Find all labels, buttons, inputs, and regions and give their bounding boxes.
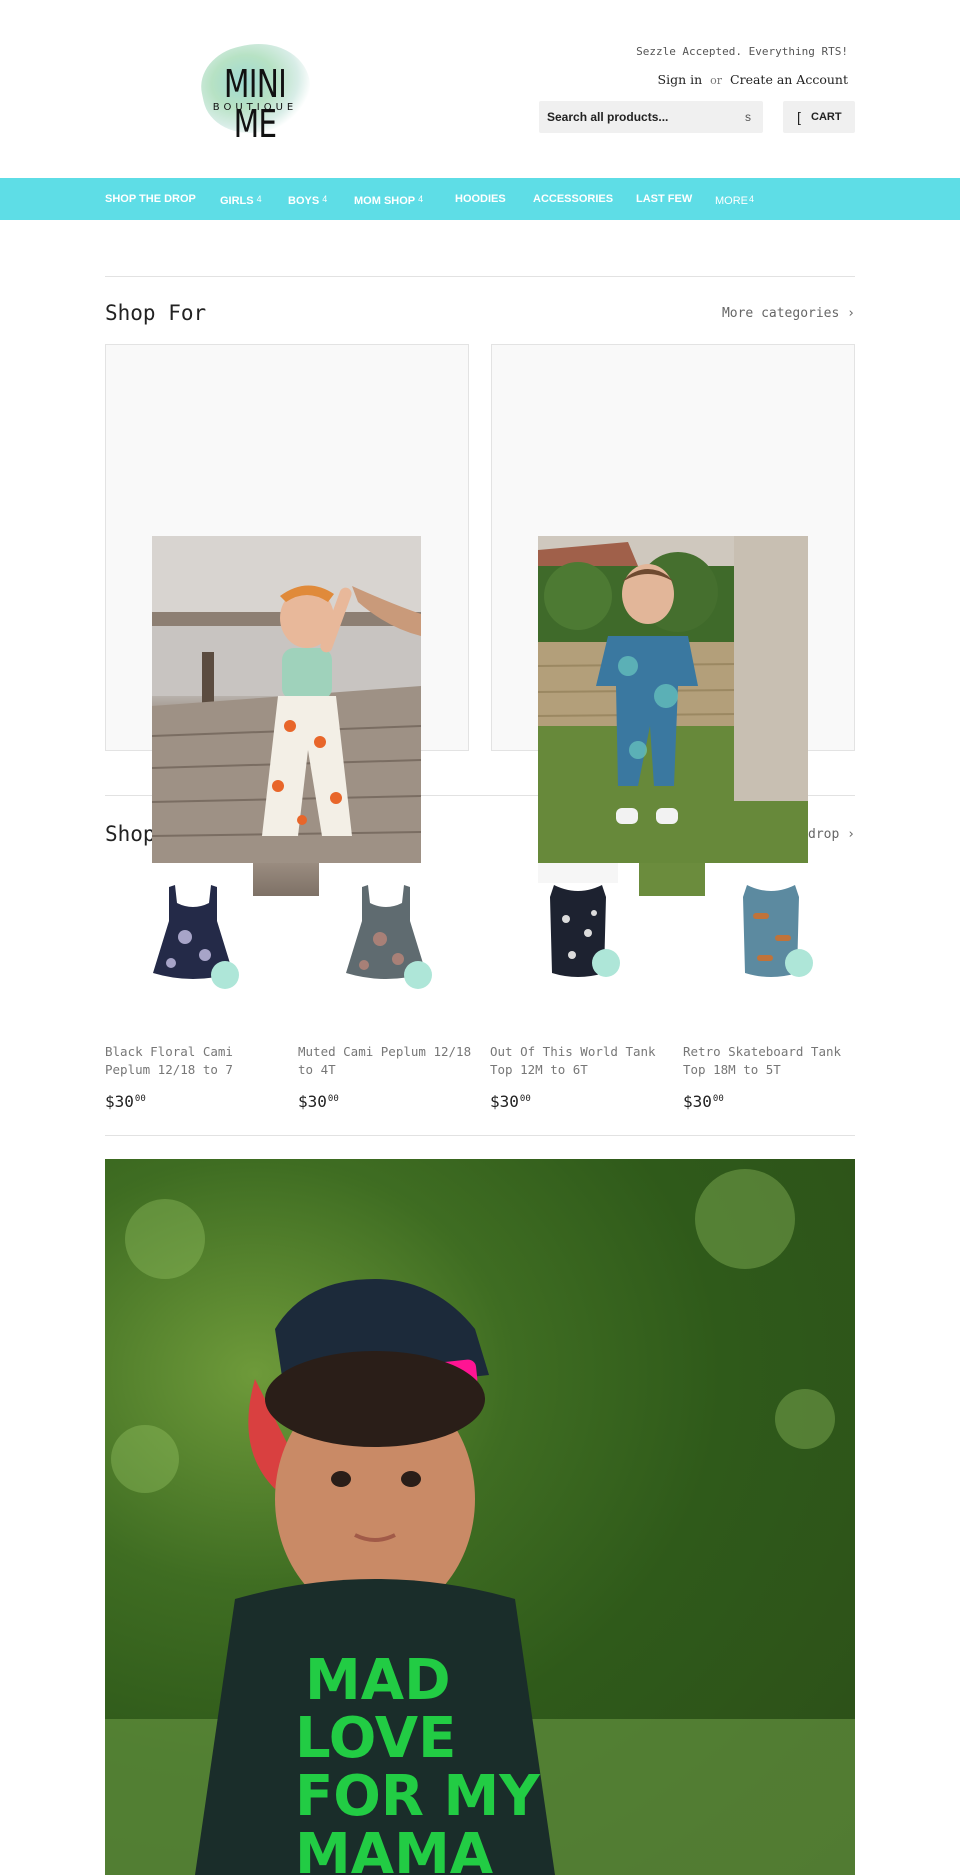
hero-shirt-line-3: FOR MY [295,1764,541,1829]
nav-label: MORE [715,195,748,207]
price-dollars: $30 [683,1092,712,1111]
nav-item-boys[interactable]: BOYS 4 [288,178,327,220]
create-account-link[interactable]: Create an Account [730,72,848,87]
nav-item-shop-the-drop[interactable]: SHOP THE DROP [105,178,196,220]
price-cents: 00 [134,1094,146,1104]
nav-label: ACCESSORIES [533,193,614,205]
price-cents: 00 [519,1094,531,1104]
price-cents: 00 [712,1094,724,1104]
logo-subtitle: BOUTIQUE [212,102,298,113]
cart-label: CART [811,111,842,123]
product-image [346,885,432,989]
site-logo[interactable]: MINI ME BOUTIQUE [194,33,318,144]
product-name[interactable]: Retro Skateboard Tank Top 18M to 5T [683,1043,859,1079]
main-nav: SHOP THE DROP GIRLS 4 BOYS 4 MOM SHOP 4 HOO… [0,178,960,220]
hero-banner[interactable]: MAD LOVE FOR MY MAMA [105,1159,855,1875]
category-photo-boys[interactable] [538,536,808,863]
nav-label: SHOP THE DROP [105,193,196,205]
product-name[interactable]: Out Of This World Tank Top 12M to 6T [490,1043,666,1079]
nav-item-last-few[interactable]: LAST FEW [636,178,692,220]
shop-drop-title: Shop [105,822,156,846]
chevron-down-icon: 4 [418,194,424,204]
chevron-down-icon: 4 [256,194,262,204]
nav-item-more[interactable]: MORE4 [715,178,754,220]
sign-in-link[interactable]: Sign in [658,72,703,87]
search-input[interactable] [539,101,729,133]
nav-item-hoodies[interactable]: HOODIES [455,178,506,220]
search-box: s [539,101,763,133]
category-photo-girls[interactable] [152,536,421,863]
shop-for-title: Shop For [105,301,207,325]
product-price: $3000 [490,1092,531,1111]
product-name[interactable]: Black Floral Cami Peplum 12/18 to 7 [105,1043,281,1079]
nav-label: GIRLS [220,195,254,207]
account-links: Sign in or Create an Account [658,72,848,87]
divider [105,276,855,277]
hero-toddler-illustration: MAD LOVE FOR MY MAMA [105,1169,855,1875]
product-price: $3000 [298,1092,339,1111]
or-text: or [710,74,723,87]
price-dollars: $30 [105,1092,134,1111]
product-price: $3000 [683,1092,724,1111]
hero-shirt-line-4: MAMA [295,1822,494,1875]
nav-item-girls[interactable]: GIRLS 4 [220,178,262,220]
nav-label: MOM SHOP [354,195,416,207]
cart-button[interactable]: [ CART [783,101,855,133]
nav-label: BOYS [288,195,320,207]
cart-icon: [ [797,109,801,125]
product-price: $3000 [105,1092,146,1111]
product-image [743,885,813,977]
price-dollars: $30 [298,1092,327,1111]
nav-label: HOODIES [455,193,506,205]
search-icon[interactable]: s [745,110,751,124]
baby-on-dock-illustration [152,536,421,863]
more-categories-link[interactable]: More categories › [722,306,855,321]
nav-item-mom-shop[interactable]: MOM SHOP 4 [354,178,423,220]
boy-in-garden-illustration [538,536,808,863]
price-cents: 00 [327,1094,339,1104]
chevron-down-icon: 4 [749,194,755,204]
product-image [538,863,620,977]
hero-shirt-line-2: LOVE [295,1706,456,1771]
hero-shirt-line-1: MAD [305,1648,451,1713]
product-name[interactable]: Muted Cami Peplum 12/18 to 4T [298,1043,474,1079]
price-dollars: $30 [490,1092,519,1111]
nav-label: LAST FEW [636,193,693,205]
divider [105,1135,855,1136]
nav-item-accessories[interactable]: ACCESSORIES [533,178,613,220]
shop-drop-link[interactable]: drop › [808,827,855,842]
chevron-down-icon: 4 [322,194,328,204]
promo-text: Sezzle Accepted. Everything RTS! [636,45,848,58]
product-image [153,885,239,989]
